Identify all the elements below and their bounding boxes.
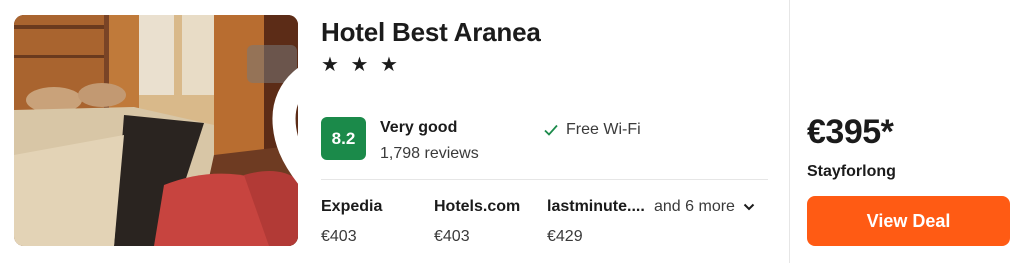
hotel-name[interactable]: Hotel Best Aranea [321,17,541,48]
amenity-label: Free Wi-Fi [566,121,641,138]
star-rating: ★ ★ ★ [321,54,401,76]
column-divider [789,0,790,263]
checkmark-icon [544,124,558,136]
provider-lastminute[interactable]: lastminute.... €429 [547,198,645,246]
provider-price: €429 [547,228,583,245]
score-badge: 8.2 [321,117,366,160]
view-deal-button[interactable]: View Deal [807,196,1010,246]
provider-price: €403 [321,228,357,245]
hotel-photo[interactable] [14,15,298,246]
chevron-down-icon [743,203,755,211]
more-providers-toggle[interactable]: and 6 more [654,198,755,216]
deal-site: Stayforlong [807,163,896,180]
provider-name: lastminute.... [547,198,645,215]
review-count[interactable]: 1,798 reviews [380,145,479,163]
provider-name: Expedia [321,198,383,215]
provider-hotels-com[interactable]: Hotels.com €403 [434,198,520,246]
hotel-result-card[interactable]: Hotel Best Aranea ★ ★ ★ 8.2 Very good 1,… [0,0,1024,263]
divider [321,179,768,180]
favorite-button[interactable] [247,45,298,184]
rating-label: Very good [380,119,458,136]
provider-price: €403 [434,228,470,245]
amenity-wifi: Free Wi-Fi [544,121,641,139]
more-providers-label: and 6 more [654,198,735,215]
deal-price: €395* [807,113,894,151]
provider-name: Hotels.com [434,198,521,215]
provider-expedia[interactable]: Expedia €403 [321,198,382,246]
heart-icon [272,68,298,184]
